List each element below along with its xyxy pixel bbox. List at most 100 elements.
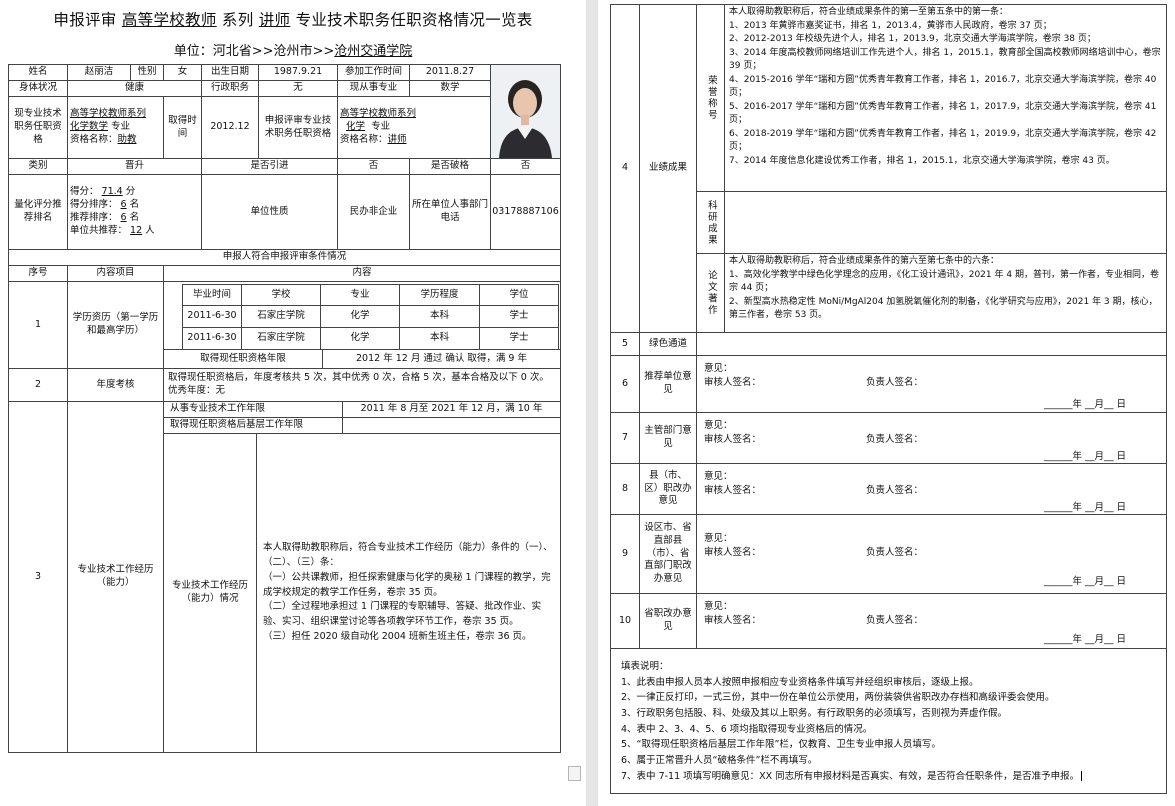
nature-value: 民办非企业: [337, 174, 410, 250]
type-label: 类别: [8, 158, 68, 175]
rank-l: 得分排序：: [70, 199, 118, 211]
note-2: 2、一律正反打印，一式三份，其中一份在单位公示使用，两份装袋供省职改办存档和高级…: [621, 692, 1055, 704]
score-l: 得分：: [70, 186, 99, 198]
col-content: 内容: [163, 265, 561, 282]
op7-opinion: 意见：: [704, 420, 733, 431]
applicant-photo: [491, 65, 560, 158]
type-value: 晋升: [67, 158, 202, 175]
paper-label: 论文著作: [696, 253, 725, 333]
r2-item: 年度考核: [67, 368, 164, 402]
edu-h-0: 毕业时间: [182, 284, 242, 306]
op8-no: 8: [610, 463, 640, 515]
op6-date: ______年 __月__ 日: [1044, 399, 1127, 410]
total-l: 单位共推荐：: [70, 224, 128, 236]
dob-value: 1987.9.21: [258, 64, 338, 81]
cur-series: 高等学校教师系列: [70, 108, 147, 120]
edu-r1-c1: 石家庄学院: [241, 327, 321, 350]
edu-r0-c1: 石家庄学院: [241, 305, 321, 328]
r3-grass-value: [342, 417, 561, 434]
edu-r1-c3: 本科: [399, 327, 480, 350]
edu-r0-c4: 学士: [479, 305, 559, 328]
nature-label: 单位性质: [201, 174, 338, 250]
title-series: 高等学校教师: [121, 11, 217, 29]
r3-years-value: 2011 年 8 月至 2021 年 12 月，满 10 年: [342, 401, 561, 418]
op10-item: 省职改办意见: [639, 593, 697, 649]
rec-unit: 名: [129, 212, 140, 223]
honor-label-text: 荣誉称号: [705, 75, 717, 121]
note-5: 5、“取得现任职资格后基层工作年限”栏，仅教育、卫生专业申报人员填写。: [621, 739, 941, 751]
apply-qual: 讲师: [387, 133, 407, 145]
exception-label: 是否破格: [409, 158, 491, 175]
apply-major-suffix: 专业: [371, 121, 391, 133]
dob-label: 出生日期: [201, 64, 259, 81]
r5-value: [696, 332, 1167, 356]
note-1: 1、此表由申报人员本人按照申报相应专业资格条件填写并经组织审核后，逐级上报。: [621, 676, 979, 688]
apply-series: 高等学校教师系列: [340, 108, 417, 120]
intro-value: 否: [337, 158, 410, 175]
cur-major: 化学数学: [70, 121, 109, 133]
cur-major-suffix: 专业: [111, 121, 131, 133]
r3-years-label: 从事专业技术工作年限: [163, 401, 343, 418]
op9-opinion: 意见：: [704, 533, 733, 544]
title-series-suffix: 系列: [221, 11, 254, 29]
rank-unit: 名: [129, 199, 140, 211]
r5-no: 5: [610, 332, 640, 356]
admin-value: 无: [258, 80, 338, 97]
unit-name: 沧州交通学院: [334, 44, 413, 59]
edu-h-1: 学校: [241, 284, 321, 306]
document-icon[interactable]: [568, 766, 581, 781]
title-level: 讲师: [258, 11, 291, 29]
unit-line: 单位：河北省>>沧州市>>沧州交通学院: [0, 40, 586, 59]
r2-no: 2: [8, 368, 68, 402]
rec-l: 推荐排序：: [70, 212, 118, 223]
unit-label: 单位：河北省>>沧州市>>: [173, 44, 335, 59]
op6-item: 推荐单位意见: [639, 355, 697, 413]
op10-date: ______年 __月__ 日: [1044, 634, 1127, 645]
op10-no: 10: [610, 593, 640, 649]
score-value: 71.4: [101, 186, 123, 198]
qual-years-label: 取得现任职资格年限: [163, 349, 323, 369]
note-6: 6、属于正常晋升人员“破格条件”栏不再填写。: [621, 755, 818, 767]
research-text: [724, 191, 1167, 254]
note-4: 4、表中 2、3、4、5、6 项均指取得现专业资格后的情况。: [621, 723, 873, 735]
edu-r1-c2: 化学: [320, 327, 400, 350]
apply-qual-label: 资格名称：: [340, 133, 388, 145]
op6-reviewer: 审核人签名：: [704, 377, 762, 388]
edu-r0-c3: 本科: [399, 305, 480, 328]
page-gutter: [586, 0, 598, 806]
op7-leader: 负责人签名：: [866, 434, 924, 445]
op9-no: 9: [610, 514, 640, 594]
hr-phone: 03178887106: [490, 174, 561, 250]
op7-item: 主管部门意见: [639, 412, 697, 464]
gender-label: 性别: [130, 64, 164, 81]
research-label: 科研成果: [696, 191, 725, 254]
major-label: 现从事专业: [337, 80, 410, 97]
r3-grass-label: 取得现任职资格后基层工作年限: [163, 417, 343, 434]
edu-h-3: 学历程度: [399, 284, 480, 306]
obtain-value: 2012.12: [201, 96, 259, 159]
score-unit: 分: [125, 186, 136, 198]
r3-sub: 专业技术工作经历（能力）情况: [163, 433, 257, 753]
paper-label-text: 论文著作: [705, 270, 717, 316]
name-label: 姓名: [8, 64, 68, 81]
gender-value: 女: [163, 64, 202, 81]
score-block: 得分： 71.4 分 得分排序： 6 名 推荐排序： 6 名 单位共推荐： 12…: [67, 174, 202, 250]
r1-item: 学历资历（第一学历和最高学历）: [67, 281, 164, 369]
name-value: 赵丽洁: [67, 64, 131, 81]
op10-opinion: 意见：: [704, 601, 733, 612]
cur-title-label: 现专业技术职务任职资格: [8, 96, 68, 159]
work-start-label: 参加工作时间: [337, 64, 410, 81]
cur-qual: 助教: [117, 133, 137, 145]
text-cursor: [1081, 771, 1083, 782]
obtain-label: 取得时间: [163, 96, 202, 159]
total-unit: 人: [145, 224, 155, 236]
form-title: 申报评审 高等学校教师 系列 讲师 专业技术职务任职资格情况一览表: [0, 8, 586, 30]
r3-no: 3: [8, 401, 68, 753]
note-3: 3、行政职务包括股、科、处级及其以上职务。有行政职务的必须填写，否则视为弄虚作假…: [621, 708, 1008, 720]
rec-value: 6: [120, 212, 127, 223]
op6-leader: 负责人签名：: [866, 377, 924, 388]
total-value: 12: [130, 224, 143, 236]
op9-item: 设区市、省直部县（市）、省直部门职改办意见: [639, 514, 697, 594]
admin-label: 行政职务: [201, 80, 259, 97]
notes-block: 填表说明： 1、此表由申报人员本人按照申报相应专业资格条件填写并经组织审核后，逐…: [610, 648, 1167, 794]
